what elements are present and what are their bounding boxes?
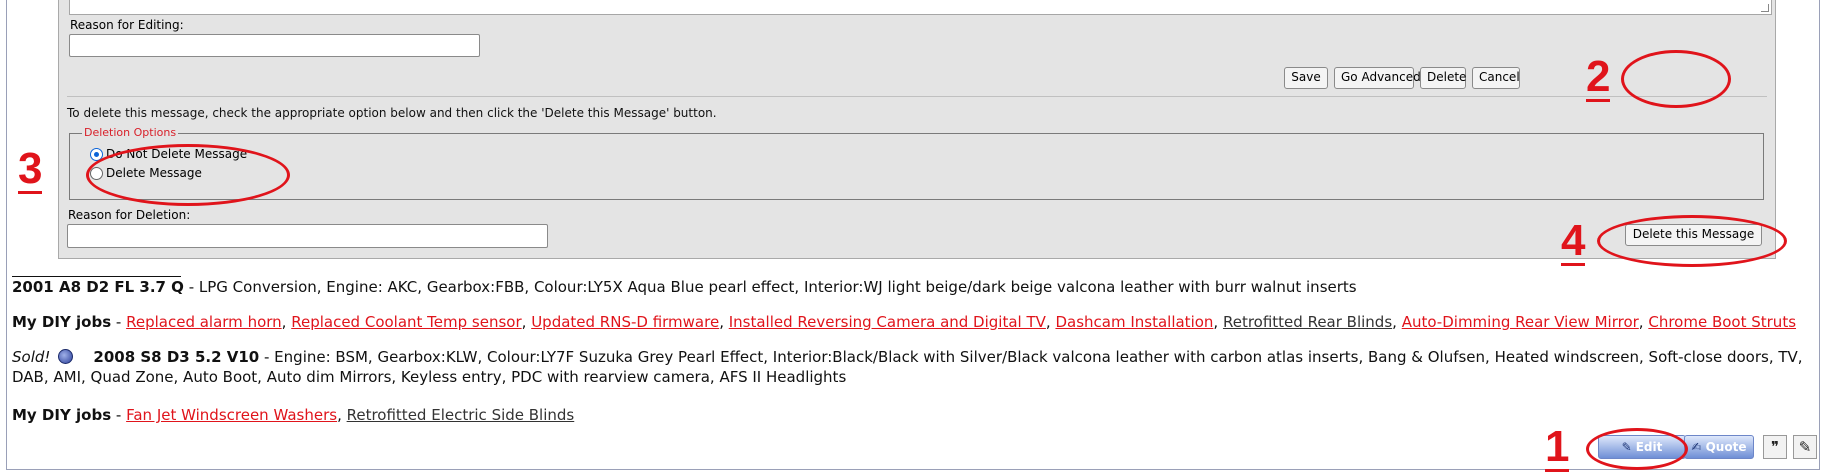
annotation-ellipse-delete: [1621, 50, 1731, 108]
car2-details: - Engine: BSM, Gearbox:KLW, Colour:LY7F …: [259, 348, 1803, 366]
delete-instructions: To delete this message, check the approp…: [67, 106, 717, 120]
link-coolant-sensor[interactable]: Replaced Coolant Temp sensor: [291, 313, 521, 331]
multiquote-icon[interactable]: ❞: [1763, 435, 1787, 459]
quick-edit-panel: Reason for Editing: Save Go Advanced Del…: [58, 0, 1776, 259]
quick-reply-icon[interactable]: ✎: [1793, 435, 1817, 459]
car1-details: - LPG Conversion, Engine: AKC, Gearbox:F…: [183, 278, 1357, 296]
save-button[interactable]: Save: [1284, 67, 1328, 89]
go-advanced-button[interactable]: Go Advanced: [1334, 67, 1421, 89]
annotation-number-2: 2: [1586, 52, 1611, 102]
delete-button[interactable]: Delete: [1420, 67, 1466, 89]
quote-label: Quote: [1705, 440, 1747, 454]
reason-editing-input[interactable]: [69, 34, 480, 57]
reason-deletion-input[interactable]: [67, 224, 548, 248]
separator: -: [111, 406, 127, 424]
reason-deletion-label: Reason for Deletion:: [68, 208, 191, 222]
divider: [67, 96, 1767, 97]
link-alarm-horn[interactable]: Replaced alarm horn: [126, 313, 282, 331]
quote-icon: ✍: [1691, 440, 1702, 454]
link-rns-firmware[interactable]: Updated RNS-D firmware: [531, 313, 719, 331]
link-side-blinds[interactable]: Retrofitted Electric Side Blinds: [347, 406, 575, 424]
deletion-options-legend: Deletion Options: [82, 126, 179, 139]
link-boot-struts[interactable]: Chrome Boot Struts: [1648, 313, 1796, 331]
signature-diy1: My DIY jobs - Replaced alarm horn, Repla…: [12, 313, 1797, 331]
message-textarea[interactable]: [69, 0, 1772, 15]
link-rear-blinds[interactable]: Retrofitted Rear Blinds: [1223, 313, 1392, 331]
annotation-number-4: 4: [1561, 216, 1586, 266]
annotation-ellipse-radios: [86, 144, 290, 206]
signature-car2: Sold! 2008 S8 D3 5.2 V10 - Engine: BSM, G…: [12, 347, 1803, 387]
annotation-ellipse-edit: [1586, 428, 1688, 470]
reason-editing-label: Reason for Editing:: [70, 18, 184, 32]
link-dashcam[interactable]: Dashcam Installation: [1055, 313, 1213, 331]
deletion-options-fieldset: Deletion Options Do Not Delete Message D…: [69, 126, 1764, 200]
separator: -: [111, 313, 127, 331]
link-auto-dimming-mirror[interactable]: Auto-Dimming Rear View Mirror: [1402, 313, 1639, 331]
car1-title: 2001 A8 D2 FL 3.7 Q: [12, 278, 184, 296]
diy-label: My DIY jobs: [12, 406, 112, 424]
sold-label: Sold!: [12, 348, 51, 366]
signature-car1: 2001 A8 D2 FL 3.7 Q - LPG Conversion, En…: [12, 277, 1357, 297]
link-reversing-camera[interactable]: Installed Reversing Camera and Digital T…: [729, 313, 1046, 331]
quote-button[interactable]: ✍ Quote: [1684, 435, 1754, 459]
link-fan-jet-washers[interactable]: Fan Jet Windscreen Washers: [126, 406, 337, 424]
signature-diy2: My DIY jobs - Fan Jet Windscreen Washers…: [12, 406, 575, 424]
diy-label: My DIY jobs: [12, 313, 112, 331]
sold-dot-icon: [58, 349, 74, 364]
resize-handle[interactable]: [1761, 4, 1769, 12]
annotation-number-1: 1: [1545, 422, 1570, 472]
car2-title: 2008 S8 D3 5.2 V10: [93, 348, 260, 366]
annotation-ellipse-delete-message: [1597, 215, 1787, 267]
annotation-number-3: 3: [18, 144, 43, 194]
cancel-button[interactable]: Cancel: [1472, 67, 1520, 89]
car2-details-line2: DAB, AMI, Quad Zone, Auto Boot, Auto dim…: [12, 368, 847, 386]
